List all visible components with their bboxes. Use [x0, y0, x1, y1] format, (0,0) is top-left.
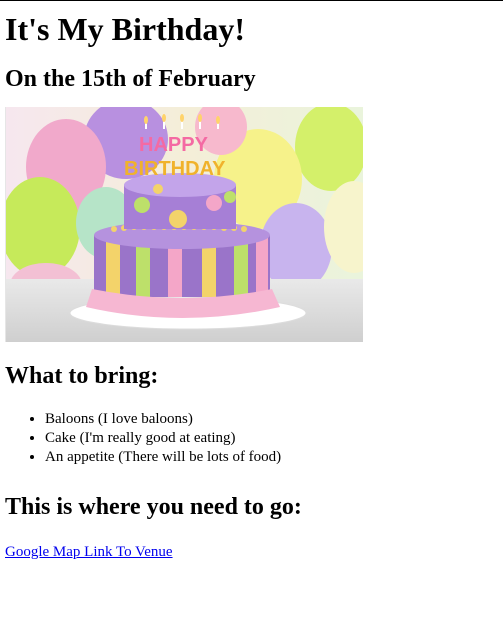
birthday-cake-image: HAPPY BIRTHDAY [5, 107, 363, 342]
list-item: An appetite (There will be lots of food) [45, 448, 497, 467]
cake-illustration: HAPPY BIRTHDAY [6, 107, 363, 342]
topper-birthday: BIRTHDAY [124, 158, 226, 180]
bring-heading: What to bring: [5, 363, 159, 389]
topper-happy: HAPPY [139, 134, 209, 156]
date-heading: On the 15th of February [5, 66, 256, 92]
bring-list: Baloons (I love baloons) Cake (I'm reall… [5, 410, 497, 467]
location-heading: This is where you need to go: [5, 494, 302, 520]
page-title: It's My Birthday! [5, 11, 245, 47]
list-item: Cake (I'm really good at eating) [45, 429, 497, 448]
page-content: It's My Birthday! On the 15th of Februar… [5, 1, 497, 562]
venue-map-link[interactable]: Google Map Link To Venue [5, 543, 173, 562]
list-item: Baloons (I love baloons) [45, 410, 497, 429]
